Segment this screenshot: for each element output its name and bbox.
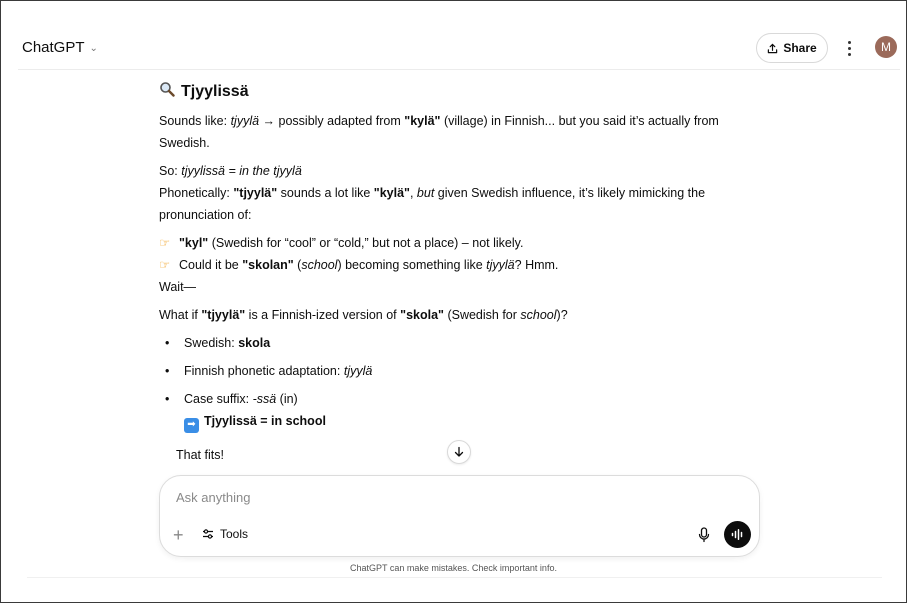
text-span: tjyylä: [343, 364, 373, 378]
heading-text: Tjyylissä: [181, 83, 249, 100]
bullet-list: • Swedish: skola • Finnish phonetic adapta…: [159, 332, 759, 433]
disclaimer-text: ChatGPT can make mistakes. Check importa…: [350, 563, 557, 573]
scroll-to-bottom-button[interactable]: [447, 440, 471, 464]
pointing-hand-icon: ☞: [159, 236, 171, 250]
hypothesis-line: ☞ Could it be "skolan" (school) becoming …: [159, 254, 759, 276]
text-span: What if: [159, 308, 202, 322]
wait-line: Wait—: [159, 280, 197, 294]
list-item: • Finnish phonetic adaptation: tjyylä: [165, 364, 373, 378]
top-bar: ChatGPT ⌄ Share M: [18, 30, 900, 70]
chevron-down-icon: ⌄: [89, 43, 98, 54]
text-span: school: [301, 258, 338, 272]
so-line: So: tjyylissä = in the tjyylä: [159, 160, 759, 182]
share-icon: [768, 43, 778, 53]
text-span: Could it be: [179, 258, 243, 272]
tools-button[interactable]: Tools: [202, 527, 248, 541]
text-span: but: [416, 186, 435, 200]
text-span: sounds a lot like: [277, 186, 374, 200]
text-span: Sounds like:: [159, 114, 231, 128]
text-span: Swedish:: [184, 336, 239, 350]
text-span: tjyylä: [230, 114, 260, 128]
share-button[interactable]: Share: [756, 33, 828, 63]
text-span: "tjyylä": [233, 186, 278, 200]
model-selector[interactable]: ChatGPT ⌄: [22, 39, 98, 56]
more-options-icon[interactable]: [842, 38, 856, 58]
text-span: Tjyylissä = in school: [204, 414, 326, 428]
paragraph-hypotheses: ☞ "kyl" (Swedish for “cool” or “cold,” bu…: [159, 232, 759, 298]
model-label: ChatGPT: [22, 39, 85, 56]
arrow-down-icon: [454, 446, 464, 457]
text-span: "skolan": [242, 258, 294, 272]
text-span: "tjyylä": [201, 308, 246, 322]
waveform-icon: [731, 529, 743, 540]
text-span: tjyylissä = in the tjyylä: [181, 164, 302, 178]
text-span: (Swedish for: [443, 308, 521, 322]
list-item: • Case suffix: -ssä (in) ➡ Tjyylissä = in …: [159, 388, 759, 433]
text-span: → possibly adapted from: [259, 114, 405, 128]
divider: [27, 577, 882, 578]
voice-mode-button[interactable]: [724, 521, 751, 548]
text-span: ,: [409, 186, 417, 200]
text-span: (Swedish for “cool” or “cold,” but not a…: [208, 236, 524, 250]
plus-icon[interactable]: +: [173, 526, 184, 544]
text-span: (in): [276, 392, 298, 406]
hypothesis-line: ☞ "kyl" (Swedish for “cool” or “cold,” bu…: [159, 232, 759, 254]
composer[interactable]: Ask anything + Tools: [159, 475, 760, 557]
microphone-icon[interactable]: [697, 526, 711, 544]
text-span: )?: [556, 308, 568, 322]
prompt-input[interactable]: Ask anything: [176, 490, 250, 505]
text-span: Finnish phonetic adaptation:: [184, 364, 344, 378]
text-span: tjyylä: [486, 258, 515, 272]
text-span: "kylä": [404, 114, 441, 128]
text-span: "kylä": [373, 186, 410, 200]
text-span: So:: [159, 164, 182, 178]
result-line: ➡ Tjyylissä = in school: [184, 410, 759, 433]
message-heading: Tjyylissä: [159, 80, 759, 104]
avatar[interactable]: M: [875, 36, 897, 58]
list-item: • Swedish: skola: [165, 336, 271, 350]
text-span: "kyl": [179, 236, 209, 250]
text-span: is a Finnish-ized version of: [245, 308, 401, 322]
magnifying-glass-icon: [159, 81, 175, 104]
sliders-icon: [203, 529, 213, 539]
text-span: Case suffix:: [184, 392, 253, 406]
tools-label: Tools: [220, 527, 249, 541]
text-span: Phonetically:: [159, 186, 234, 200]
text-span: skola: [238, 336, 271, 350]
text-span: ? Hmm.: [514, 258, 559, 272]
text-span: ) becoming something like: [337, 258, 487, 272]
paragraph-what-if: What if "tjyylä" is a Finnish-ized versi…: [159, 304, 759, 326]
share-label: Share: [783, 41, 817, 55]
text-span: "skola": [400, 308, 444, 322]
arrow-right-icon: ➡: [184, 417, 199, 433]
text-span: school: [520, 308, 557, 322]
text-span: -ssä: [252, 392, 277, 406]
assistant-message: Tjyylissä Sounds like: tjyylä → possibly…: [159, 80, 759, 439]
pointing-hand-icon: ☞: [159, 258, 171, 272]
paragraph-sounds-like: Sounds like: tjyylä → possibly adapted f…: [159, 110, 759, 154]
paragraph-phonetics: So: tjyylissä = in the tjyylä Phonetical…: [159, 160, 759, 226]
conclusion-text: That fits!: [176, 448, 224, 462]
